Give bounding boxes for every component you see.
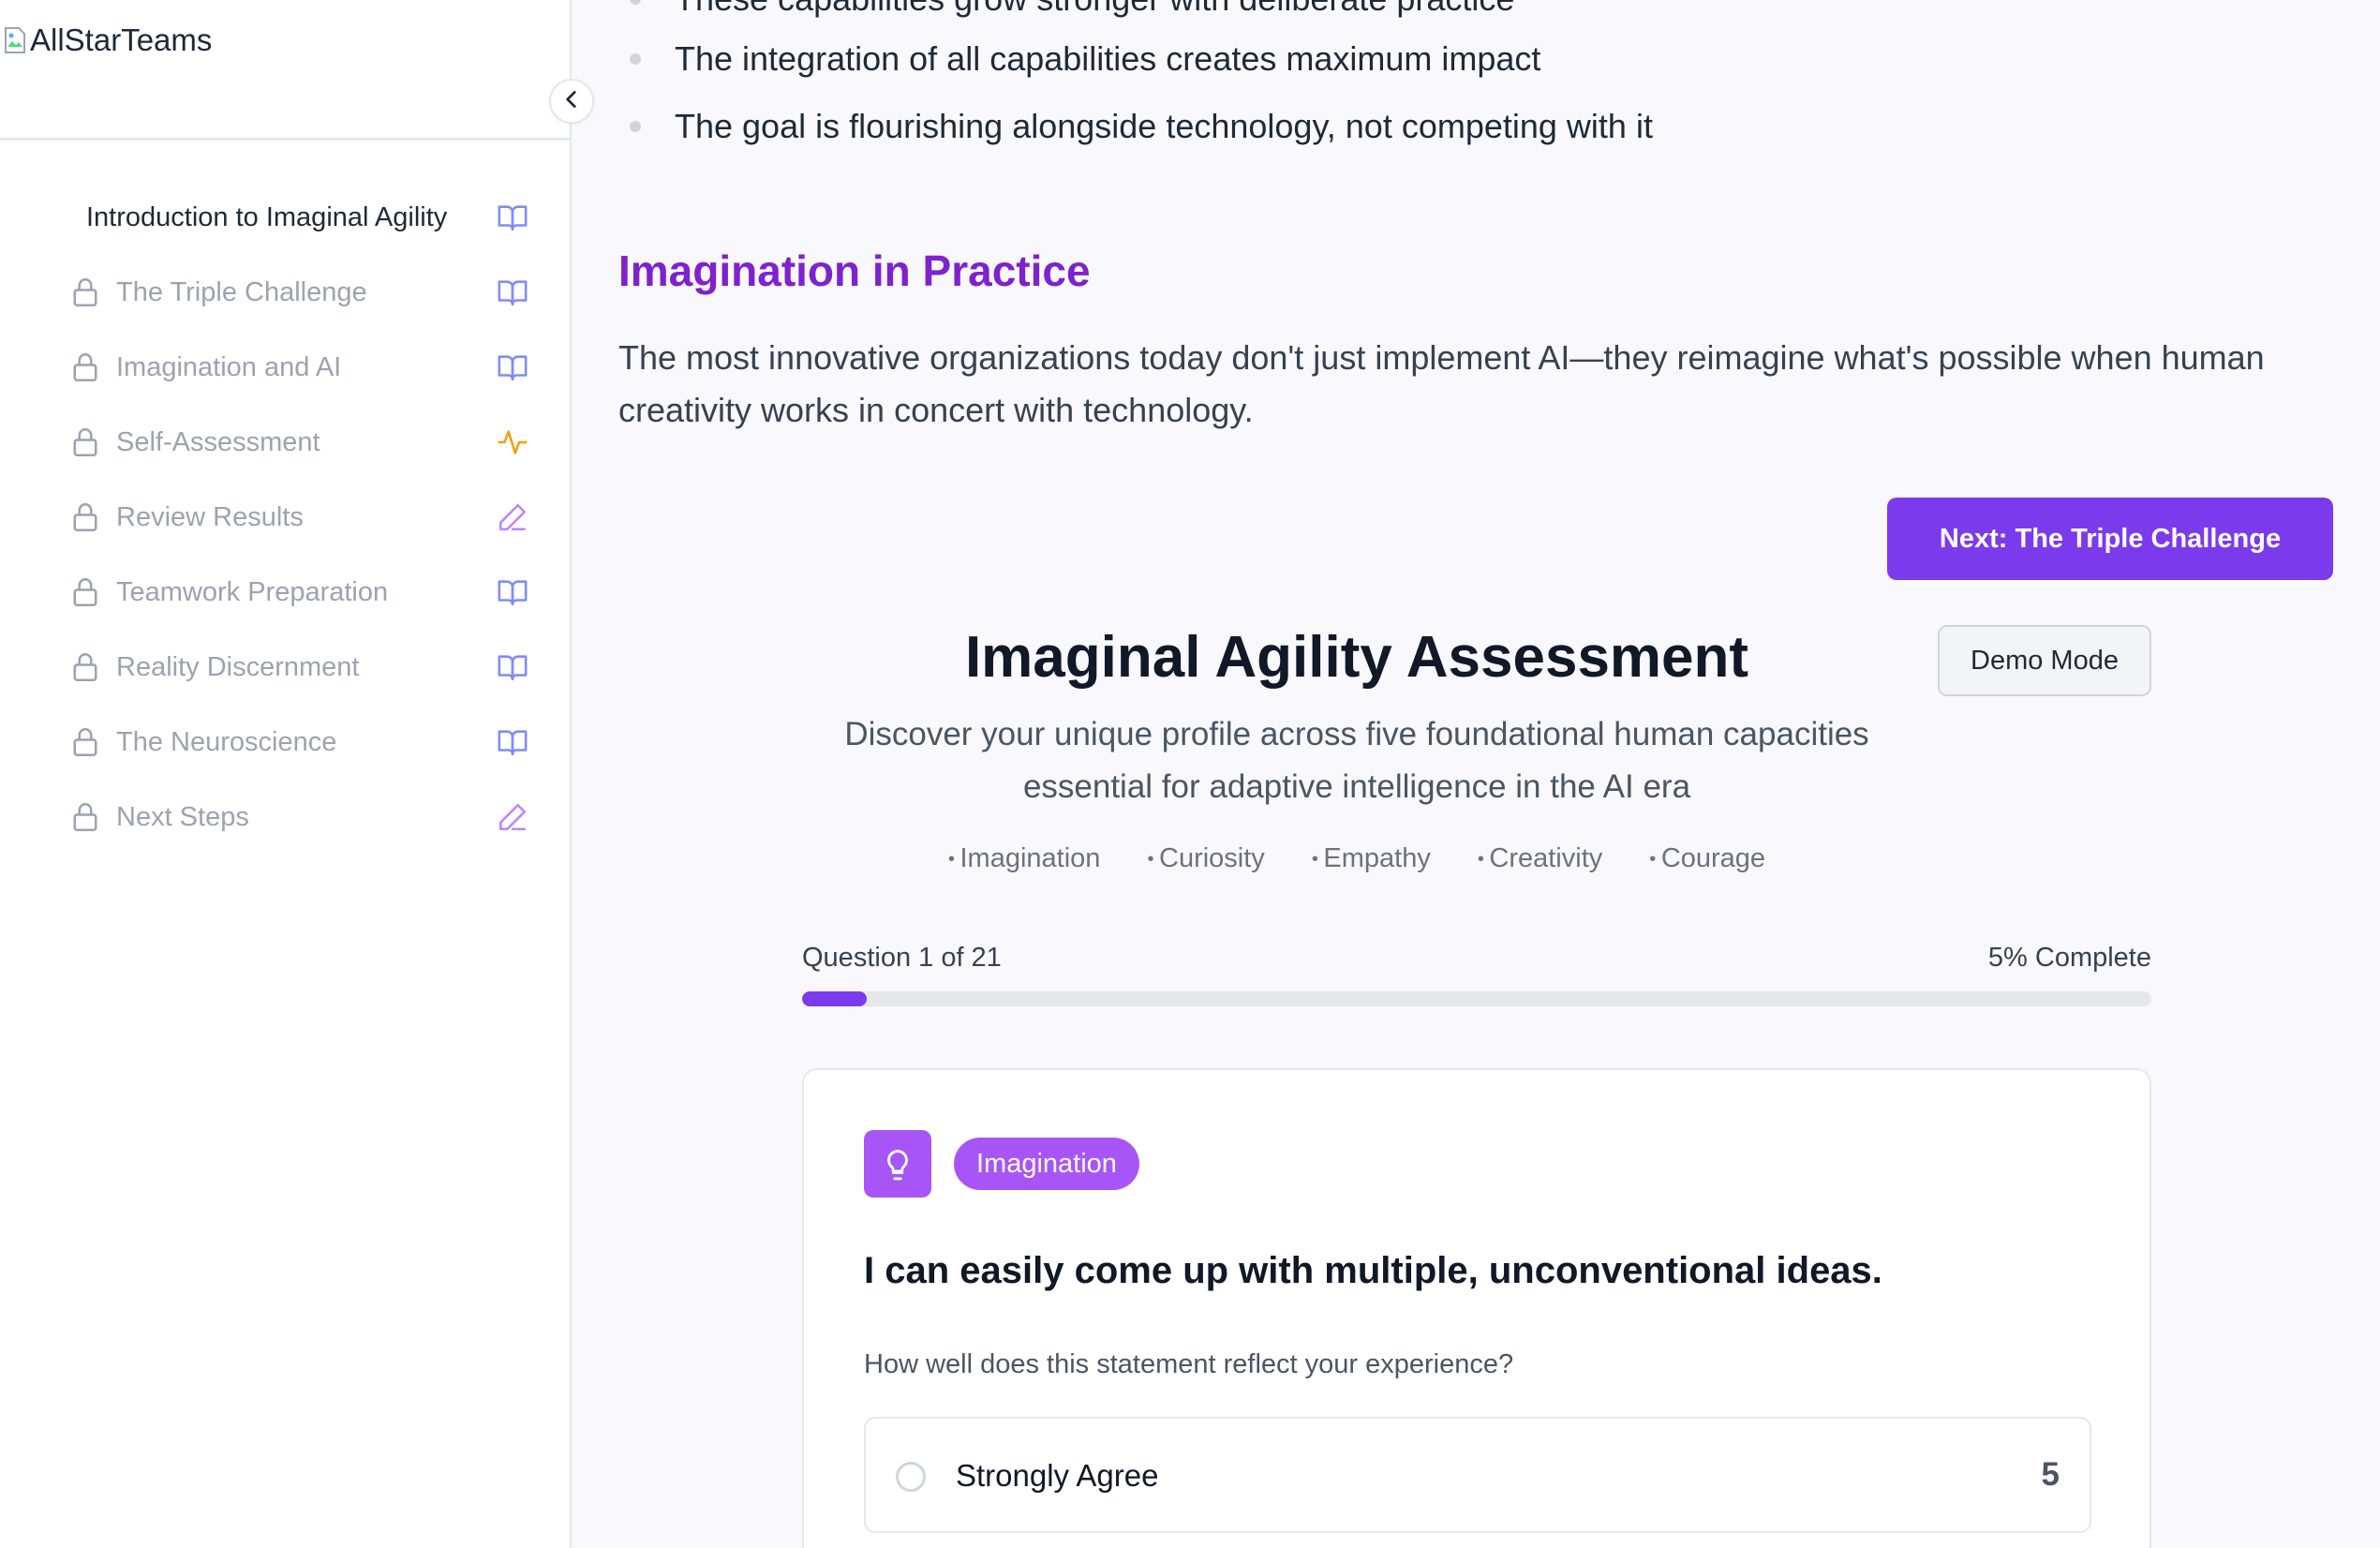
bullet-text: These capabilities grow stronger with de… bbox=[675, 0, 1514, 19]
demo-mode-button[interactable]: Demo Mode bbox=[1938, 625, 2151, 696]
capacity-item: Creativity bbox=[1478, 843, 1602, 874]
section-title: Imagination in Practice bbox=[618, 246, 1091, 295]
sidebar-item-teamwork-preparation[interactable]: Teamwork Preparation bbox=[0, 555, 570, 630]
lock-icon bbox=[71, 501, 99, 533]
question-card: Imagination I can easily come up with mu… bbox=[802, 1068, 2151, 1548]
chevron-left-icon bbox=[559, 87, 584, 116]
progress-bar bbox=[802, 991, 2151, 1006]
lightbulb-icon bbox=[864, 1130, 931, 1198]
section-text: The most innovative organizations today … bbox=[618, 338, 2265, 429]
lock-icon bbox=[71, 276, 99, 308]
book-icon bbox=[497, 651, 528, 683]
answer-option-strongly-agree[interactable]: Strongly Agree 5 bbox=[864, 1417, 2091, 1533]
sidebar-item-label: Review Results bbox=[116, 501, 304, 532]
lock-icon bbox=[71, 351, 99, 383]
assessment-title: Imaginal Agility Assessment bbox=[964, 625, 1749, 690]
sidebar-item-neuroscience[interactable]: The Neuroscience bbox=[0, 705, 570, 780]
sidebar-item-review-results[interactable]: Review Results bbox=[0, 480, 570, 555]
activity-icon bbox=[497, 426, 528, 458]
progress-percent: 5% Complete bbox=[1987, 943, 2151, 973]
option-label: Strongly Agree bbox=[956, 1458, 1159, 1493]
sidebar-item-imagination-ai[interactable]: Imagination and AI bbox=[0, 330, 570, 405]
progress-label: Question 1 of 21 bbox=[802, 943, 1002, 973]
sidebar-item-label: Teamwork Preparation bbox=[116, 576, 389, 607]
sidebar: AllStarTeams Introduction to Imaginal Ag… bbox=[0, 0, 572, 1548]
sidebar-item-label: Self-Assessment bbox=[116, 426, 320, 457]
lock-icon bbox=[71, 801, 99, 833]
next-button[interactable]: Next: The Triple Challenge bbox=[1887, 498, 2333, 580]
book-icon bbox=[497, 276, 528, 308]
sidebar-item-triple-challenge[interactable]: The Triple Challenge bbox=[0, 255, 570, 330]
list-item: These capabilities grow stronger with de… bbox=[630, 0, 1514, 19]
logo[interactable]: AllStarTeams bbox=[4, 22, 212, 58]
pencil-icon bbox=[497, 801, 528, 833]
logo-alt-text: AllStarTeams bbox=[30, 22, 213, 57]
capacity-list: Imagination Curiosity Empathy Creativity… bbox=[573, 843, 2140, 874]
bullet-dot bbox=[630, 121, 641, 132]
question-help: How well does this statement reflect you… bbox=[864, 1349, 1514, 1379]
sidebar-nav: Introduction to Imaginal Agility The Tri… bbox=[0, 180, 570, 855]
question-text: I can easily come up with multiple, unco… bbox=[864, 1250, 1882, 1291]
assessment-subtitle: Discover your unique profile across five… bbox=[573, 708, 2140, 813]
list-item: The goal is flourishing alongside techno… bbox=[630, 107, 1653, 146]
sidebar-item-self-assessment[interactable]: Self-Assessment bbox=[0, 405, 570, 480]
category-badge: Imagination bbox=[954, 1138, 1139, 1190]
pencil-icon bbox=[497, 501, 528, 533]
bullet-text: The integration of all capabilities crea… bbox=[675, 39, 1541, 78]
radio-button[interactable] bbox=[896, 1462, 926, 1492]
bullet-dot bbox=[630, 53, 641, 65]
lock-icon bbox=[71, 651, 99, 683]
sidebar-item-label: The Triple Challenge bbox=[116, 276, 367, 307]
lock-icon bbox=[71, 726, 99, 758]
capacity-item: Courage bbox=[1649, 843, 1765, 874]
sidebar-header: AllStarTeams bbox=[0, 0, 570, 141]
capacity-item: Empathy bbox=[1312, 843, 1430, 874]
bullet-dot bbox=[630, 0, 641, 5]
broken-image-icon bbox=[4, 26, 28, 54]
sidebar-item-label: Introduction to Imaginal Agility bbox=[86, 201, 448, 232]
assessment-subtitle-line: Discover your unique profile across five… bbox=[844, 716, 1869, 752]
sidebar-item-label: The Neuroscience bbox=[116, 726, 337, 757]
option-value: 5 bbox=[2041, 1456, 2060, 1493]
assessment-subtitle-line: essential for adaptive intelligence in t… bbox=[1022, 768, 1691, 805]
sidebar-item-label: Next Steps bbox=[116, 801, 249, 832]
sidebar-item-label: Reality Discernment bbox=[116, 651, 360, 682]
sidebar-item-reality-discernment[interactable]: Reality Discernment bbox=[0, 630, 570, 705]
sidebar-collapse-button[interactable] bbox=[549, 79, 594, 124]
bullet-text: The goal is flourishing alongside techno… bbox=[675, 107, 1653, 145]
lock-icon bbox=[71, 576, 99, 608]
capacity-item: Curiosity bbox=[1147, 843, 1265, 874]
book-icon bbox=[497, 726, 528, 758]
book-icon bbox=[497, 576, 528, 608]
list-item: The integration of all capabilities crea… bbox=[630, 39, 1540, 79]
sidebar-item-next-steps[interactable]: Next Steps bbox=[0, 780, 570, 855]
lock-icon bbox=[71, 426, 99, 458]
main-content: These capabilities grow stronger with de… bbox=[573, 0, 2380, 1548]
progress-bar-fill bbox=[802, 991, 868, 1006]
book-icon bbox=[497, 201, 528, 233]
sidebar-item-label: Imagination and AI bbox=[116, 351, 342, 382]
book-icon bbox=[497, 351, 528, 383]
capacity-item: Imagination bbox=[948, 843, 1101, 874]
sidebar-item-introduction[interactable]: Introduction to Imaginal Agility bbox=[0, 180, 570, 255]
